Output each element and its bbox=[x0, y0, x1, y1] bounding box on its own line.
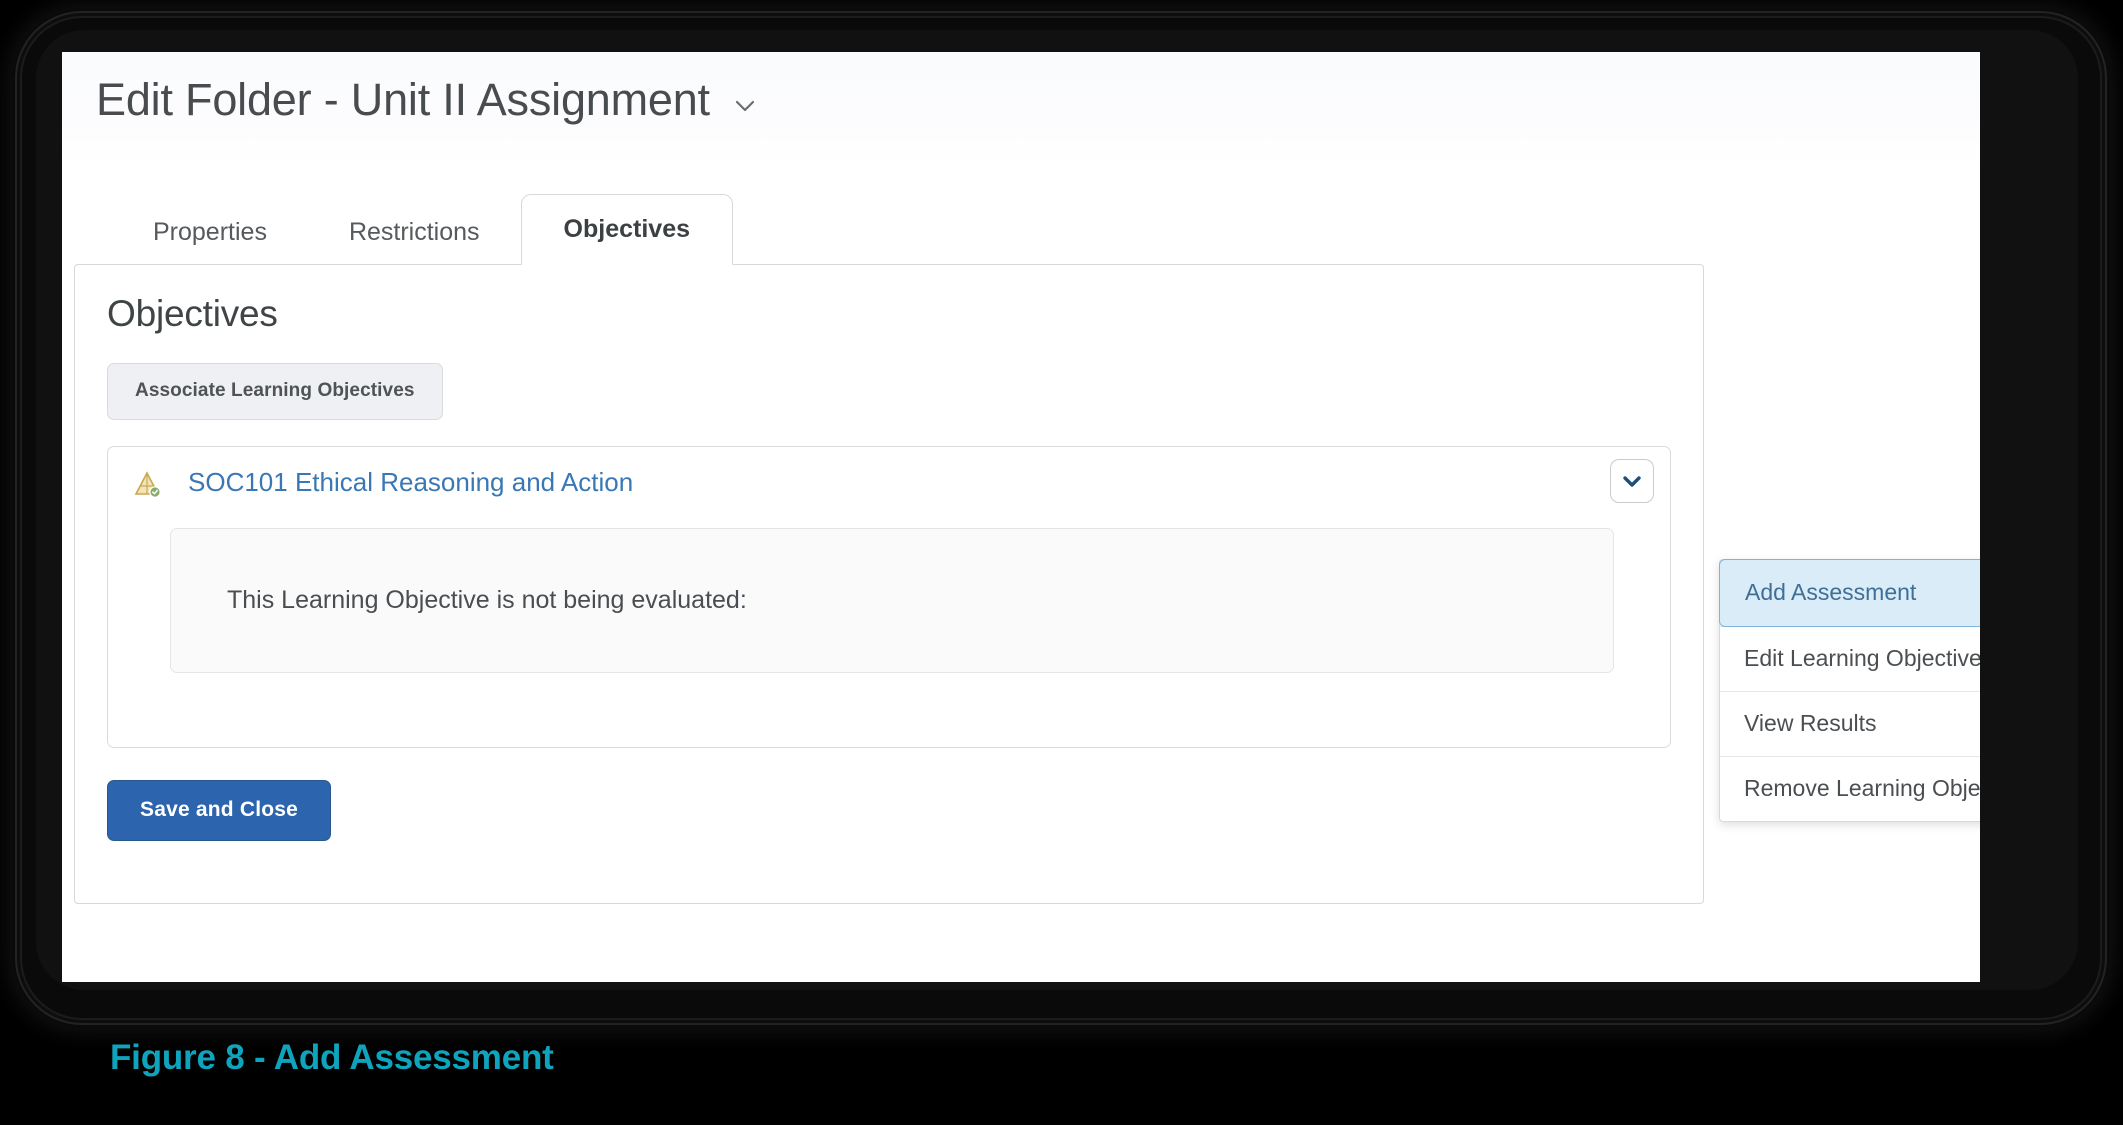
associate-learning-objectives-button[interactable]: Associate Learning Objectives bbox=[107, 363, 443, 420]
app-window: Edit Folder - Unit II Assignment Propert… bbox=[62, 52, 1980, 982]
objective-card: SOC101 Ethical Reasoning and Action This… bbox=[107, 446, 1671, 748]
tab-properties[interactable]: Properties bbox=[112, 200, 308, 264]
objective-header: SOC101 Ethical Reasoning and Action bbox=[108, 447, 1670, 498]
page-title-row: Edit Folder - Unit II Assignment bbox=[96, 74, 758, 126]
chevron-down-icon bbox=[1623, 476, 1641, 487]
menu-item-edit-learning-objective[interactable]: Edit Learning Objective bbox=[1720, 626, 1980, 691]
objectives-panel-inner: Objectives Associate Learning Objectives… bbox=[75, 265, 1703, 841]
evaluation-status-box: This Learning Objective is not being eva… bbox=[170, 528, 1614, 673]
pyramid-objective-icon bbox=[132, 469, 162, 499]
menu-item-view-results[interactable]: View Results bbox=[1720, 691, 1980, 756]
tab-restrictions[interactable]: Restrictions bbox=[308, 200, 521, 264]
menu-item-add-assessment[interactable]: Add Assessment bbox=[1719, 559, 1980, 627]
tab-objectives[interactable]: Objectives bbox=[520, 194, 733, 265]
objective-context-menu: Add Assessment Edit Learning Objective V… bbox=[1719, 559, 1980, 822]
figure-caption: Figure 8 - Add Assessment bbox=[110, 1038, 554, 1077]
save-and-close-button[interactable]: Save and Close bbox=[107, 780, 332, 841]
chevron-down-icon[interactable] bbox=[732, 93, 758, 119]
tab-strip: Properties Restrictions Objectives bbox=[112, 194, 733, 265]
page-title: Edit Folder - Unit II Assignment bbox=[96, 74, 710, 125]
window-header: Edit Folder - Unit II Assignment bbox=[62, 52, 1980, 168]
objectives-panel: Objectives Associate Learning Objectives… bbox=[74, 264, 1704, 904]
section-heading: Objectives bbox=[107, 293, 278, 334]
menu-item-remove-learning-objective[interactable]: Remove Learning Objective bbox=[1720, 756, 1980, 821]
evaluation-status-text: This Learning Objective is not being eva… bbox=[227, 586, 747, 614]
objective-actions-chevron-button[interactable] bbox=[1610, 459, 1654, 503]
objective-link[interactable]: SOC101 Ethical Reasoning and Action bbox=[188, 467, 633, 498]
